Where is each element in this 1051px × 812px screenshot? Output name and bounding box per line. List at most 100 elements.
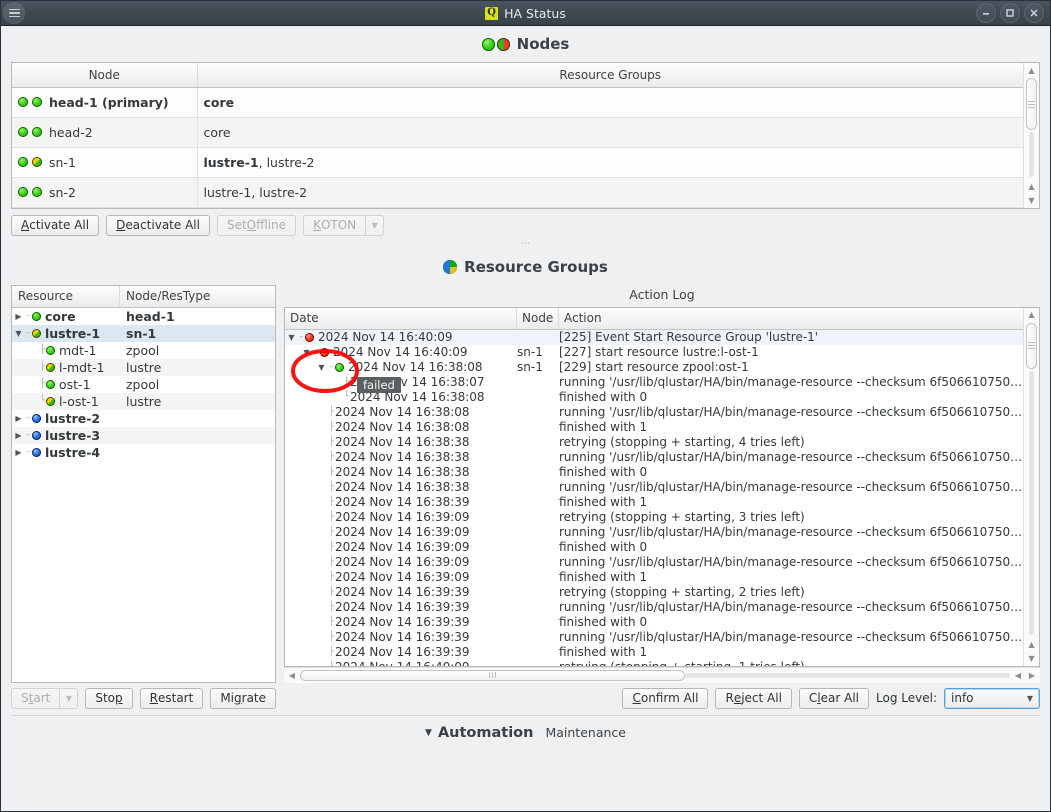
log-scroll-down-icon[interactable]: ▼ [1028, 652, 1034, 666]
log-row[interactable]: ├ 2024 Nov 14 16:39:39 finished with 0 [285, 615, 1023, 630]
nodes-col-resource-groups[interactable]: Resource Groups [197, 63, 1023, 88]
scroll-down-icon[interactable]: ▼ [1028, 194, 1034, 208]
node-name-cell: sn-2 [12, 177, 198, 208]
log-scroll-rail[interactable] [1029, 370, 1034, 635]
chevron-down-icon[interactable]: ▼ [300, 348, 313, 357]
log-scroll-track[interactable] [1024, 322, 1039, 638]
nodes-table-vscrollbar[interactable]: ▲ ▲ ▼ [1023, 63, 1039, 208]
maximize-icon[interactable] [1000, 3, 1020, 23]
log-hscroll-rail[interactable] [685, 672, 1010, 678]
log-row[interactable]: ├ 2024 Nov 14 16:38:39 finished with 1 [285, 495, 1023, 510]
log-row[interactable]: ▼ – 2024 Nov 14 16:40:09 sn-1 [227] start re… [285, 345, 1023, 360]
log-hscroll-thumb[interactable] [300, 669, 685, 681]
confirm-all-button[interactable]: Confirm All [622, 687, 709, 709]
nodes-scroll-rail[interactable] [1029, 132, 1034, 177]
close-icon[interactable] [1024, 3, 1044, 23]
chevron-down-icon[interactable]: ▼ [12, 329, 25, 338]
log-row[interactable]: ▼ – 2024 Nov 14 16:38:08 sn-1 [229] start re… [285, 360, 1023, 375]
tree-row[interactable]: ▶ – lustre-4 [12, 444, 275, 461]
tree-row[interactable]: ├ ost-1 zpool [12, 376, 275, 393]
nodes-col-node[interactable]: Node [12, 63, 198, 88]
clear-all-button[interactable]: Cl ear All [798, 687, 870, 709]
log-scroll-up-icon-2[interactable]: ▲ [1028, 638, 1034, 652]
log-row[interactable]: ├ 2024 Nov 14 16:39:39 running '/usr/lib/q… [285, 600, 1023, 615]
log-row[interactable]: ├ 2024 Nov 14 16:39:39 running '/usr/lib/q… [285, 630, 1023, 645]
log-row[interactable]: ├ 2024 Nov 14 16:39:39 retrying (stopping … [285, 585, 1023, 600]
log-row[interactable]: ├ 2024 Nov 14 16:38:08 running '/usr/lib/q… [285, 405, 1023, 420]
log-row[interactable]: ├ 2024 Nov 14 16:38:38 running '/usr/lib/q… [285, 450, 1023, 465]
resource-tree[interactable]: Resource Node/ResType ▶ – core head-1 ▼ – lust… [11, 284, 276, 683]
log-level-select[interactable]: info ▼ [944, 687, 1040, 709]
tree-row[interactable]: ▶ – core head-1 [12, 308, 275, 325]
action-log-table[interactable]: Date Node Action ▼ –2024 Nov 14 16:40:09[… [284, 306, 1040, 667]
stop-button[interactable]: Sto p [85, 687, 133, 709]
log-col-action[interactable]: Action [559, 308, 1023, 329]
hamburger-menu-icon[interactable] [3, 2, 25, 24]
chevron-right-icon[interactable]: ▶ [12, 312, 25, 321]
log-scroll-thumb[interactable] [1026, 322, 1037, 369]
action-log-hscrollbar[interactable]: ◀ ◀ ▶ [284, 666, 1040, 683]
maintenance-label[interactable]: Maintenance [545, 725, 626, 740]
log-row[interactable]: └ 2024 Nov 14 16:38:08 finished with 0 [285, 390, 1023, 405]
log-row[interactable]: ├ 2024 Nov 14 16:38:38 retrying (stopping … [285, 435, 1023, 450]
log-row[interactable]: ├ 2024 Nov 14 16:39:39 finished with 1 [285, 645, 1023, 660]
nodes-splitter-handle[interactable]: ⋯ [1, 239, 1050, 249]
tree-col-resource[interactable]: Resource [12, 285, 120, 307]
automation-toggle[interactable]: ▼ Automation [425, 725, 533, 741]
chevron-down-icon[interactable]: ▼ [315, 363, 328, 372]
log-row[interactable]: ├ 2024 Nov 14 16:38:08 finished with 1 [285, 420, 1023, 435]
tree-branch-line: └ [343, 391, 350, 402]
log-row[interactable]: ├ 2024 Nov 14 16:38:07 running '/usr/lib/q… [285, 375, 1023, 390]
nodes-scroll-thumb[interactable] [1026, 78, 1037, 130]
log-scroll-left-icon-2[interactable]: ◀ [1012, 671, 1024, 680]
log-row[interactable]: ├ 2024 Nov 14 16:39:09 running '/usr/lib/q… [285, 525, 1023, 540]
log-scroll-up-icon[interactable]: ▲ [1028, 308, 1034, 322]
log-scroll-left-icon[interactable]: ◀ [286, 671, 298, 680]
node-row[interactable]: head-2 core [12, 117, 1023, 148]
node-name: head-1 (primary) [49, 94, 169, 110]
tree-col-nodetype[interactable]: Node/ResType [120, 286, 275, 307]
chevron-down-icon[interactable]: ▼ [285, 333, 298, 342]
log-row[interactable]: ├2024 Nov 14 16:40:09 retrying (stopping … [285, 660, 1023, 666]
log-col-date[interactable]: Date [285, 307, 517, 329]
nodes-scroll-track[interactable] [1024, 77, 1039, 180]
log-col-node[interactable]: Node [517, 307, 559, 329]
tree-branch-line: ├ [328, 466, 335, 477]
log-scroll-right-icon[interactable]: ▶ [1026, 671, 1038, 680]
scroll-up-icon[interactable]: ▲ [1028, 63, 1034, 77]
scroll-up-icon-2[interactable]: ▲ [1028, 180, 1034, 194]
tree-row[interactable]: └ l-ost-1 lustre [12, 392, 275, 410]
tree-row[interactable]: ▶ – lustre-3 [12, 426, 275, 444]
tree-branch-line: – [26, 446, 31, 457]
log-row[interactable]: ├ 2024 Nov 14 16:39:09 retrying (stopping … [285, 510, 1023, 525]
tree-row[interactable]: ▼ – lustre-1 sn-1 [12, 324, 275, 342]
activate-all-button[interactable]: Activate All [11, 214, 100, 236]
node-row[interactable]: head-1 (primary) core [12, 87, 1023, 118]
tree-row-type: zpool [126, 342, 160, 358]
log-action: finished with 0 [559, 465, 648, 479]
chevron-down-icon: ▼ [59, 687, 79, 709]
log-row[interactable]: ├ 2024 Nov 14 16:38:38 running '/usr/lib/q… [285, 480, 1023, 495]
log-row[interactable]: ├ 2024 Nov 14 16:39:09 finished with 1 [285, 570, 1023, 585]
chevron-right-icon[interactable]: ▶ [12, 431, 25, 440]
restart-button[interactable]: Restart [139, 687, 204, 709]
log-row[interactable]: ├ 2024 Nov 14 16:39:09 running '/usr/lib/q… [285, 555, 1023, 570]
action-log-vscrollbar[interactable]: ▲ ▲ ▼ [1023, 307, 1039, 666]
node-row[interactable]: sn-1 lustre-1, lustre-2 [12, 147, 1023, 178]
chevron-right-icon[interactable]: ▶ [12, 414, 25, 423]
log-row[interactable]: ├ 2024 Nov 14 16:39:09 finished with 0 [285, 540, 1023, 555]
tree-row[interactable]: ├ l-mdt-1 lustre [12, 358, 275, 376]
deactivate-all-button[interactable]: Deactivate All [106, 214, 210, 236]
reject-all-button[interactable]: Re ject All [715, 687, 792, 709]
minimize-icon[interactable] [976, 3, 996, 23]
tree-branch-line: ├ [328, 601, 335, 612]
node-row[interactable]: sn-2 lustre-1, lustre-2 [12, 177, 1023, 208]
tree-row[interactable]: ▶ – lustre-2 [12, 410, 275, 427]
migrate-button[interactable]: Mi g rate [210, 687, 277, 709]
chevron-right-icon[interactable]: ▶ [12, 448, 25, 457]
log-date: 2024 Nov 14 16:39:39 [335, 645, 470, 659]
log-row[interactable]: ├ 2024 Nov 14 16:38:38 finished with 0 [285, 465, 1023, 480]
tree-row[interactable]: ├ mdt-1 zpool [12, 342, 275, 359]
log-hscroll-track[interactable] [300, 669, 1010, 681]
log-row[interactable]: ▼ – 2024 Nov 14 16:40:09 [225] Event Start … [285, 329, 1023, 345]
